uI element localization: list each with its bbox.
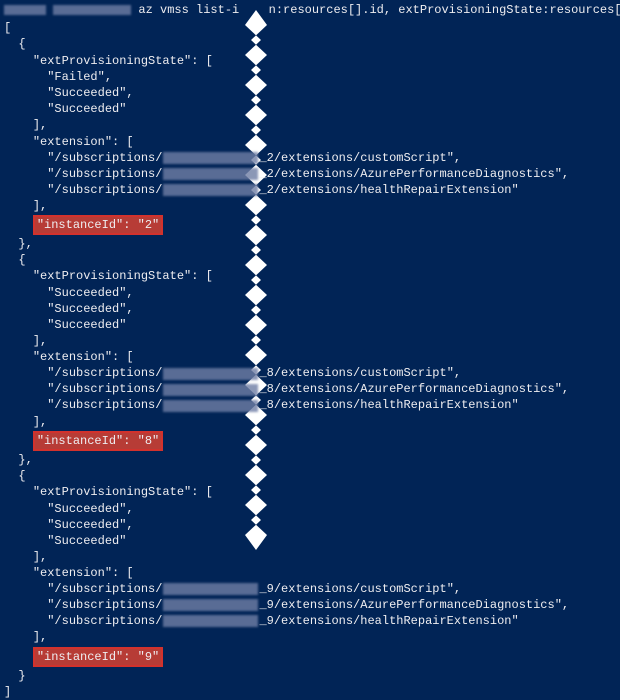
ext-state-key: "extProvisioningState": [ <box>4 53 620 69</box>
ext-path: "/subscriptions/_2/extensions/healthRepa… <box>4 182 620 198</box>
extension-key: "extension": [ <box>4 349 620 365</box>
close-arr: ], <box>4 333 620 349</box>
cmd-az: az vmss list-i <box>138 3 239 17</box>
state-val: "Succeeded", <box>4 301 620 317</box>
close-arr: ], <box>4 629 620 645</box>
instance-id-highlight: "instanceId": "9" <box>33 647 163 667</box>
instance-id-line: "instanceId": "2" <box>4 214 620 236</box>
state-val: "Succeeded", <box>4 517 620 533</box>
obj-open: { <box>4 36 620 52</box>
ext-path: "/subscriptions/_2/extensions/AzurePerfo… <box>4 166 620 182</box>
obj-close: }, <box>4 452 620 468</box>
ext-path: "/subscriptions/_8/extensions/AzurePerfo… <box>4 382 620 398</box>
close-arr: ], <box>4 198 620 214</box>
command-line: az vmss list-i n:resources[].id, extProv… <box>4 2 620 18</box>
obj-open: { <box>4 468 620 484</box>
terminal-output: az vmss list-i n:resources[].id, extProv… <box>4 2 620 700</box>
ext-path: "/subscriptions/_8/extensions/healthRepa… <box>4 398 620 414</box>
instance-id-highlight: "instanceId": "2" <box>33 215 163 235</box>
ext-path: "/subscriptions/_2/extensions/customScri… <box>4 150 620 166</box>
close-arr: ], <box>4 549 620 565</box>
obj-open: { <box>4 252 620 268</box>
ext-state-key: "extProvisioningState": [ <box>4 484 620 500</box>
state-val: "Succeeded", <box>4 285 620 301</box>
extension-key: "extension": [ <box>4 134 620 150</box>
state-val: "Succeeded" <box>4 533 620 549</box>
cmd-rest: n:resources[].id, extProvisioningState:r… <box>269 3 620 17</box>
state-val: "Succeeded" <box>4 317 620 333</box>
obj-close: } <box>4 668 620 684</box>
obj-close: }, <box>4 236 620 252</box>
ext-state-key: "extProvisioningState": [ <box>4 268 620 284</box>
close-arr: ], <box>4 117 620 133</box>
json-close-bracket: ] <box>4 684 620 700</box>
ext-path: "/subscriptions/_9/extensions/customScri… <box>4 581 620 597</box>
extension-key: "extension": [ <box>4 565 620 581</box>
ext-path: "/subscriptions/_9/extensions/healthRepa… <box>4 613 620 629</box>
instance-id-line: "instanceId": "8" <box>4 430 620 452</box>
instance-id-line: "instanceId": "9" <box>4 646 620 668</box>
state-val: "Succeeded" <box>4 101 620 117</box>
close-arr: ], <box>4 414 620 430</box>
instance-id-highlight: "instanceId": "8" <box>33 431 163 451</box>
state-val: "Succeeded", <box>4 85 620 101</box>
ext-path: "/subscriptions/_8/extensions/customScri… <box>4 366 620 382</box>
state-val: "Failed", <box>4 69 620 85</box>
state-val: "Succeeded", <box>4 501 620 517</box>
json-open-bracket: [ <box>4 20 620 36</box>
ext-path: "/subscriptions/_9/extensions/AzurePerfo… <box>4 597 620 613</box>
